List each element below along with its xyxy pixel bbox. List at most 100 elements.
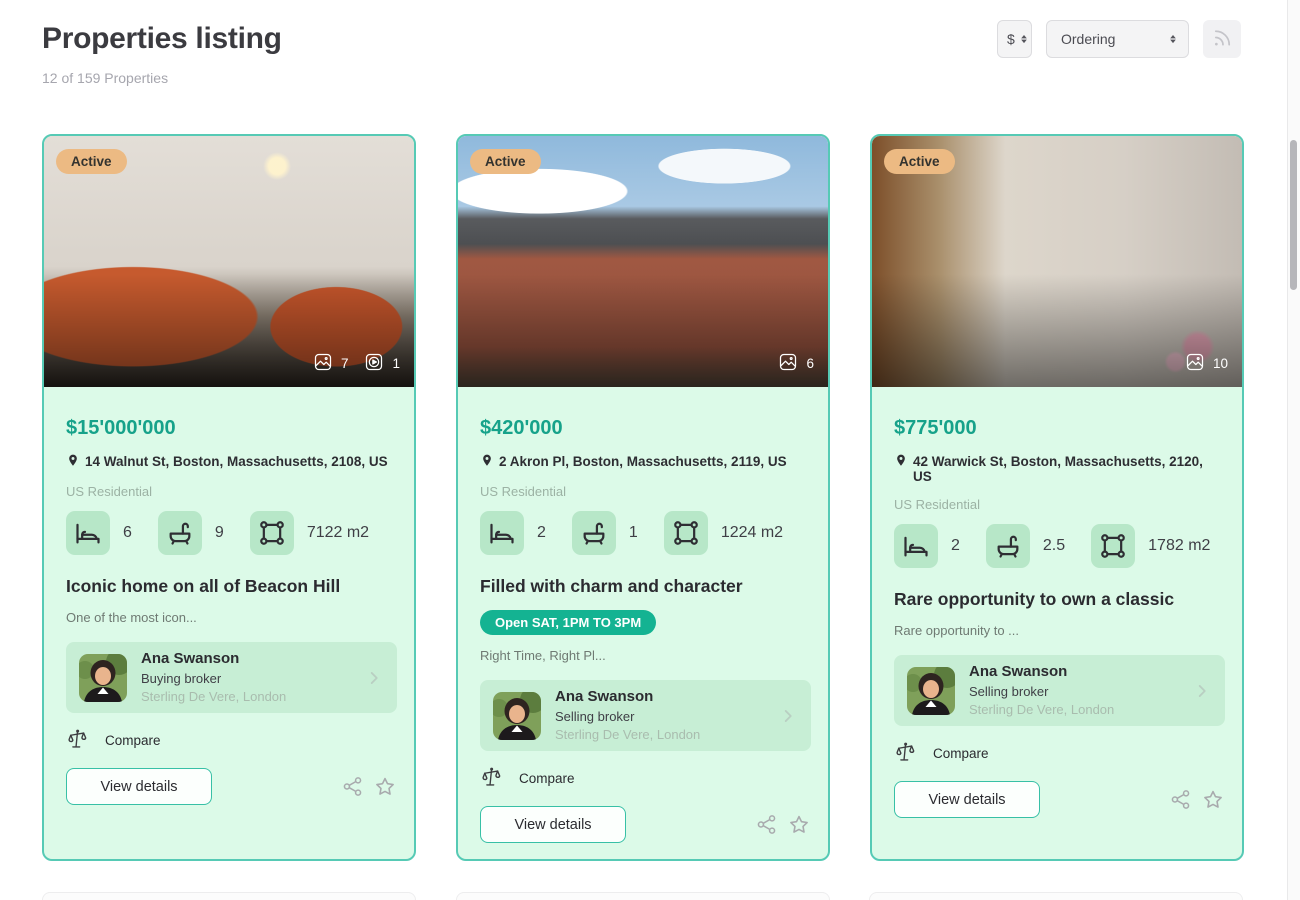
- agent-company: Sterling De Vere, London: [969, 702, 1177, 718]
- favorite-star-icon[interactable]: [373, 775, 397, 799]
- category-label: US Residential: [894, 497, 980, 512]
- property-cards-row: Active 7 1 $15'000'000 14 Walnut St,: [42, 134, 1244, 861]
- beds-feature: 6: [66, 511, 132, 555]
- baths-feature: 2.5: [986, 524, 1065, 568]
- scrollbar-track[interactable]: [1287, 0, 1300, 900]
- photo-count: 7: [313, 352, 349, 375]
- area-icon: [664, 511, 708, 555]
- agent-card[interactable]: Ana Swanson Selling broker Sterling De V…: [480, 680, 811, 751]
- agent-info: Ana Swanson Selling broker Sterling De V…: [969, 663, 1177, 718]
- card-actions: View details: [480, 806, 811, 843]
- price: $775'000: [894, 417, 977, 440]
- agent-company: Sterling De Vere, London: [141, 689, 349, 705]
- area-feature: 1782 m2: [1091, 524, 1210, 568]
- agent-name: Ana Swanson: [555, 688, 763, 707]
- view-details-button[interactable]: View details: [894, 781, 1040, 818]
- property-card: Active 6 $420'000 2 Akron Pl, Boston, Ma…: [456, 134, 830, 861]
- agent-card[interactable]: Ana Swanson Selling broker Sterling De V…: [894, 655, 1225, 726]
- baths-value: 1: [629, 524, 638, 542]
- ordering-select[interactable]: Ordering: [1046, 20, 1189, 58]
- video-icon: [364, 352, 384, 375]
- listing-description: Rare opportunity to ...: [894, 623, 1019, 638]
- page-title: Properties listing: [42, 22, 282, 56]
- scrollbar-thumb[interactable]: [1290, 140, 1297, 290]
- listing-title: Rare opportunity to own a classic: [894, 589, 1174, 610]
- beds-feature: 2: [894, 524, 960, 568]
- card-body: $15'000'000 14 Walnut St, Boston, Massac…: [44, 387, 414, 805]
- chevron-right-icon: [363, 667, 385, 689]
- address: 2 Akron Pl, Boston, Massachusetts, 2119,…: [480, 454, 787, 471]
- photo-count: 10: [1185, 352, 1228, 375]
- select-arrows-icon: [1019, 32, 1029, 46]
- bath-icon: [986, 524, 1030, 568]
- view-details-button[interactable]: View details: [66, 768, 212, 805]
- area-icon: [1091, 524, 1135, 568]
- bed-icon: [894, 524, 938, 568]
- photo-count-value: 6: [806, 356, 814, 371]
- property-card: Active 7 1 $15'000'000 14 Walnut St,: [42, 134, 416, 861]
- area-value: 1782 m2: [1148, 537, 1210, 555]
- chevron-right-icon: [777, 705, 799, 727]
- action-icons: [341, 775, 397, 799]
- baths-value: 2.5: [1043, 537, 1065, 555]
- media-counts: 7 1: [313, 352, 400, 375]
- agent-card[interactable]: Ana Swanson Buying broker Sterling De Ve…: [66, 642, 397, 713]
- photo-count: 6: [778, 352, 814, 375]
- rss-feed-button[interactable]: [1203, 20, 1241, 58]
- map-pin-icon: [894, 454, 908, 471]
- status-badge: Active: [470, 149, 541, 174]
- card-actions: View details: [66, 768, 397, 805]
- share-icon[interactable]: [1169, 788, 1192, 811]
- property-card: Active 10 $775'000 42 Warwick St, Boston…: [870, 134, 1244, 861]
- compare-label: Compare: [933, 746, 989, 761]
- favorite-star-icon[interactable]: [1201, 788, 1225, 812]
- features-row: 2 2.5 1782 m2: [894, 524, 1210, 568]
- favorite-star-icon[interactable]: [787, 813, 811, 837]
- media-counts: 6: [778, 352, 814, 375]
- share-icon[interactable]: [341, 775, 364, 798]
- avatar: [493, 692, 541, 740]
- chevron-right-icon: [1191, 680, 1213, 702]
- area-feature: 7122 m2: [250, 511, 369, 555]
- properties-listing-page: Properties listing 12 of 159 Properties …: [0, 0, 1300, 900]
- status-badge: Active: [884, 149, 955, 174]
- listing-title: Filled with charm and character: [480, 576, 743, 597]
- address: 42 Warwick St, Boston, Massachusetts, 21…: [894, 454, 1220, 484]
- bath-icon: [158, 511, 202, 555]
- open-house-badge: Open SAT, 1PM TO 3PM: [480, 610, 656, 635]
- area-icon: [250, 511, 294, 555]
- view-details-button[interactable]: View details: [480, 806, 626, 843]
- baths-feature: 1: [572, 511, 638, 555]
- compare-toggle[interactable]: Compare: [66, 728, 161, 753]
- avatar: [79, 654, 127, 702]
- agent-company: Sterling De Vere, London: [555, 727, 763, 743]
- agent-name: Ana Swanson: [969, 663, 1177, 682]
- baths-feature: 9: [158, 511, 224, 555]
- card-body: $420'000 2 Akron Pl, Boston, Massachuset…: [458, 387, 828, 843]
- category-label: US Residential: [480, 484, 566, 499]
- listing-title: Iconic home on all of Beacon Hill: [66, 576, 340, 597]
- address-text: 14 Walnut St, Boston, Massachusetts, 210…: [85, 454, 388, 469]
- share-icon[interactable]: [755, 813, 778, 836]
- address-text: 42 Warwick St, Boston, Massachusetts, 21…: [913, 454, 1220, 484]
- action-icons: [1169, 788, 1225, 812]
- photo-icon: [313, 352, 333, 375]
- bed-icon: [66, 511, 110, 555]
- currency-select[interactable]: $: [997, 20, 1032, 58]
- scales-icon: [894, 741, 916, 766]
- address: 14 Walnut St, Boston, Massachusetts, 210…: [66, 454, 388, 471]
- property-photo[interactable]: Active 6: [458, 136, 828, 387]
- agent-role: Buying broker: [141, 671, 349, 687]
- price: $420'000: [480, 417, 563, 440]
- action-icons: [755, 813, 811, 837]
- property-photo[interactable]: Active 7 1: [44, 136, 414, 387]
- compare-toggle[interactable]: Compare: [894, 741, 989, 766]
- category-label: US Residential: [66, 484, 152, 499]
- area-feature: 1224 m2: [664, 511, 783, 555]
- photo-icon: [1185, 352, 1205, 375]
- compare-label: Compare: [519, 771, 575, 786]
- property-photo[interactable]: Active 10: [872, 136, 1242, 387]
- agent-info: Ana Swanson Selling broker Sterling De V…: [555, 688, 763, 743]
- beds-value: 2: [537, 524, 546, 542]
- compare-toggle[interactable]: Compare: [480, 766, 575, 791]
